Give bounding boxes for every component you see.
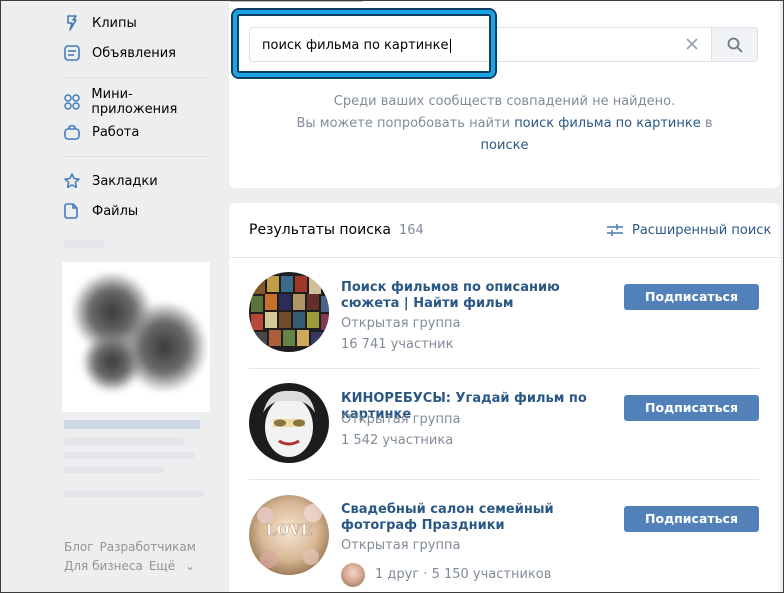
search-icon — [727, 37, 742, 52]
blurred-ad-label — [64, 240, 104, 248]
footer-link-business[interactable]: Для бизнеса — [64, 559, 143, 573]
active-tab-indicator — [230, 0, 363, 2]
group-members: 1 542 участника — [341, 433, 454, 448]
sidebar-divider — [62, 156, 210, 157]
group-name-link[interactable]: Поиск фильмов по описанию сюжета | Найти… — [341, 280, 601, 312]
sidebar-item-ads[interactable]: Объявления — [62, 41, 176, 65]
sidebar-item-label: Клипы — [92, 15, 137, 31]
filter-sliders-icon — [607, 224, 623, 236]
blurred-ad-title — [64, 420, 200, 429]
results-divider — [229, 257, 780, 258]
sidebar-divider — [62, 77, 210, 78]
sidebar-item-files[interactable]: Файлы — [62, 199, 138, 223]
briefcase-icon — [62, 122, 82, 142]
advanced-search-link[interactable]: Расширенный поиск — [606, 219, 771, 241]
suggestion-query-link[interactable]: поиск фильма по картинке — [514, 116, 701, 131]
subscribe-button[interactable]: Подписаться — [624, 395, 759, 421]
footer-link-more[interactable]: Ещё ⌄ — [149, 559, 201, 573]
blurred-ad-text — [64, 438, 184, 445]
not-found-message: Среди ваших сообществ совпадений не найд… — [333, 94, 676, 109]
sidebar-item-clips[interactable]: Клипы — [62, 11, 137, 35]
footer-more-label: Ещё — [148, 559, 176, 573]
row-divider — [249, 479, 759, 480]
row-divider — [249, 368, 759, 369]
sidebar-item-label: Закладки — [92, 173, 158, 189]
blurred-ad-text — [64, 452, 194, 459]
group-type: Открытая группа — [341, 412, 461, 427]
svg-text:LOVE: LOVE — [266, 521, 312, 539]
results-title: Результаты поиска — [249, 222, 391, 238]
search-query-text: поиск фильма по картинке — [262, 38, 449, 53]
suggestion-prefix: Вы можете попробовать найти — [296, 116, 511, 131]
sidebar-item-label: Работа — [92, 124, 140, 140]
subscribe-button[interactable]: Подписаться — [624, 284, 759, 310]
left-sidebar: Клипы Объявления Мини-приложения Работа … — [0, 0, 215, 593]
global-search-link[interactable]: поиске — [481, 138, 529, 153]
star-icon — [62, 171, 82, 191]
friend-avatar[interactable] — [341, 563, 365, 587]
results-header: Результаты поиска 164 — [249, 219, 424, 241]
clear-search-icon[interactable] — [683, 35, 701, 53]
footer-link-developers[interactable]: Разработчикам — [100, 540, 196, 554]
group-name-link[interactable]: Свадебный салон семейный фотограф Праздн… — [341, 502, 601, 534]
footer-link-blog[interactable]: Блог — [64, 540, 94, 554]
sidebar-item-work[interactable]: Работа — [62, 120, 139, 144]
clips-icon — [62, 13, 82, 33]
chevron-down-icon: ⌄ — [184, 559, 196, 573]
group-type: Открытая группа — [341, 316, 461, 331]
not-found-link-line: поиске — [229, 135, 780, 157]
subscribe-button[interactable]: Подписаться — [624, 506, 759, 532]
text-caret — [449, 38, 451, 53]
group-members: 1 друг · 5 150 участников — [375, 567, 552, 582]
blurred-ad-text — [64, 490, 204, 497]
sidebar-item-mini-apps[interactable]: Мини-приложения — [62, 87, 215, 117]
sidebar-item-label: Объявления — [92, 45, 176, 61]
group-members: 16 741 участник — [341, 337, 454, 352]
sidebar-item-label: Файлы — [92, 203, 139, 219]
apps-icon — [62, 92, 81, 112]
group-avatar[interactable] — [249, 272, 329, 352]
group-avatar[interactable]: LOVE — [249, 495, 329, 575]
results-count: 164 — [398, 222, 424, 238]
ads-icon — [62, 43, 82, 63]
sidebar-item-bookmarks[interactable]: Закладки — [62, 169, 158, 193]
not-found-suggestion: Вы можете попробовать найти поиск фильма… — [229, 113, 780, 135]
group-avatar[interactable] — [249, 383, 329, 463]
group-type: Открытая группа — [341, 538, 461, 553]
search-input[interactable]: поиск фильма по картинке — [249, 27, 712, 62]
file-icon — [62, 201, 82, 221]
suggestion-suffix: в — [704, 116, 713, 131]
blurred-ad-image — [62, 262, 210, 412]
search-button[interactable] — [711, 27, 758, 62]
sidebar-item-label: Мини-приложения — [91, 87, 178, 117]
blurred-ad-text — [64, 466, 164, 473]
advanced-search-label: Расширенный поиск — [632, 222, 772, 238]
sidebar-footer: Блог Разработчикам Для бизнеса Ещё ⌄ — [64, 538, 214, 576]
